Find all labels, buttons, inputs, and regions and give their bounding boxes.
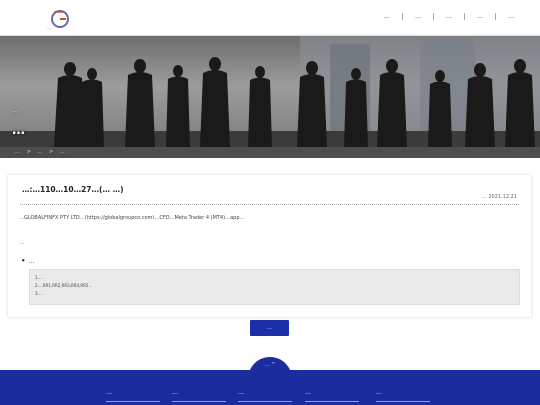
footer-column-5[interactable]: … bbox=[376, 389, 430, 402]
footer-column-1[interactable]: … bbox=[106, 389, 160, 402]
footer-column-label: … bbox=[238, 389, 244, 396]
footer-underline bbox=[172, 401, 226, 402]
nav-item-5[interactable]: … bbox=[495, 13, 526, 20]
breadcrumb-separator: > bbox=[26, 149, 31, 155]
company-logo-icon[interactable] bbox=[49, 9, 71, 31]
breadcrumb-section[interactable]: … bbox=[37, 149, 42, 155]
footer-column-3[interactable]: … bbox=[238, 389, 292, 402]
article-paragraph-1: …GLOBALFINFX PTY LTD…(https://globalgrou… bbox=[19, 215, 245, 221]
article-paragraph-2: … bbox=[19, 240, 24, 246]
reference-item[interactable]: 1.… bbox=[35, 274, 514, 282]
nav-item-2[interactable]: … bbox=[402, 13, 433, 20]
footer-underline bbox=[305, 401, 359, 402]
nav-item-4[interactable]: … bbox=[464, 13, 495, 20]
breadcrumb-separator: > bbox=[48, 149, 54, 155]
logo-text: … bbox=[47, 25, 52, 31]
footer-column-2[interactable]: … bbox=[172, 389, 226, 402]
back-to-list-button[interactable]: … bbox=[250, 320, 289, 336]
title-divider bbox=[20, 204, 519, 205]
footer-column-label: … bbox=[376, 389, 382, 396]
reference-item[interactable]: 3.… bbox=[35, 290, 514, 298]
footer-column-label: … bbox=[106, 389, 112, 396]
hero-subtitle: … bbox=[12, 107, 18, 114]
reference-item[interactable]: 2.…RR1,RR2,RR3,RR4,RR5… bbox=[35, 282, 514, 290]
main-nav: … … … … … bbox=[372, 13, 526, 20]
nav-item-3[interactable]: … bbox=[433, 13, 464, 20]
article-title: …:…110…10…27…(… …) bbox=[22, 185, 124, 194]
nav-item-1[interactable]: … bbox=[372, 13, 402, 20]
footer-underline bbox=[238, 401, 292, 402]
footer-underline bbox=[376, 401, 430, 402]
references-box: 1.… 2.…RR1,RR2,RR3,RR4,RR5… 3.… bbox=[29, 269, 520, 305]
site-header: … … … … … … bbox=[0, 0, 540, 36]
footer-column-label: … bbox=[305, 389, 311, 396]
article-date: … 2021.12.21 bbox=[481, 194, 517, 200]
site-footer bbox=[0, 370, 540, 405]
article-card: …:…110…10…27…(… …) … 2021.12.21 …GLOBALF… bbox=[8, 175, 531, 317]
footer-column-label: … bbox=[172, 389, 178, 396]
breadcrumb-current: … bbox=[59, 149, 65, 155]
bullet-icon: • bbox=[21, 257, 26, 265]
footer-column-4[interactable]: … bbox=[305, 389, 359, 402]
hero-banner: … … bbox=[0, 36, 540, 147]
breadcrumb: … > … > … bbox=[0, 147, 540, 158]
hero-silhouettes-image bbox=[0, 36, 540, 147]
footer-underline bbox=[106, 401, 160, 402]
hero-title: … bbox=[12, 123, 25, 138]
breadcrumb-home[interactable]: … bbox=[15, 149, 20, 155]
references-heading-label: … bbox=[28, 258, 35, 265]
references-heading: •… bbox=[21, 257, 34, 265]
